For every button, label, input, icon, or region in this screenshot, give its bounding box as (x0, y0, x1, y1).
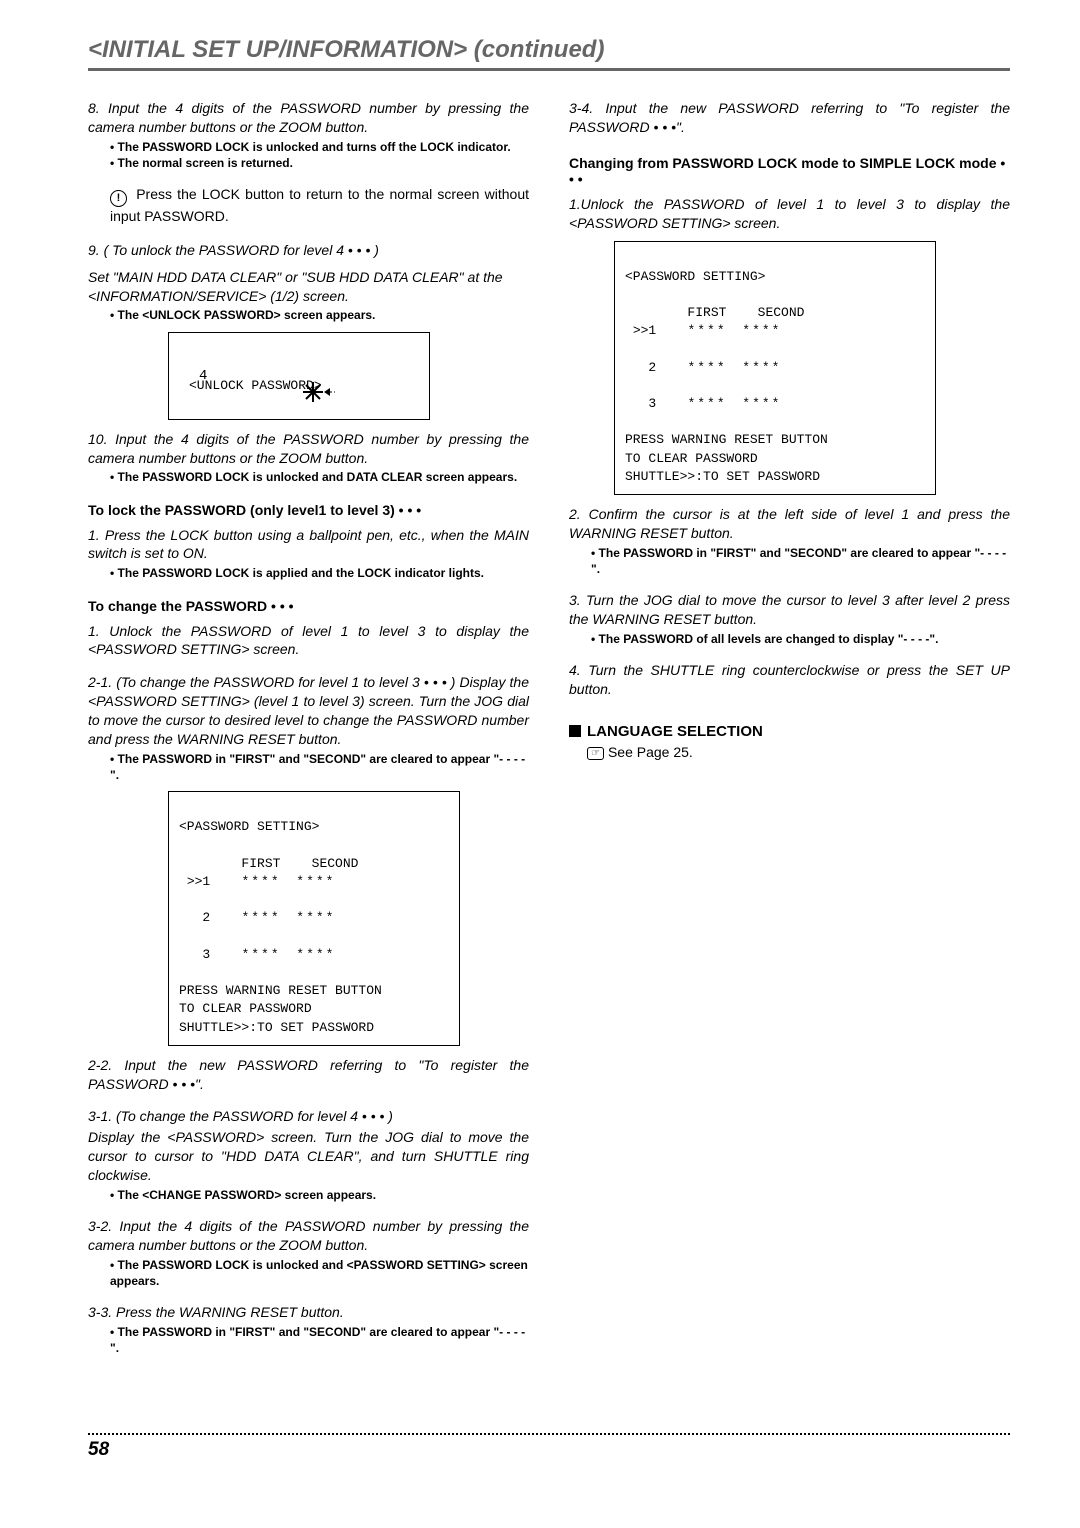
language-heading-text: LANGUAGE SELECTION (587, 723, 763, 740)
panel-title: <PASSWORD SETTING> (179, 819, 319, 834)
unlock-password-screen: <UNLOCK PASSWORD> 4 (168, 332, 430, 420)
r1c2: **** (296, 873, 335, 891)
change-step-2-2: 2-2. Input the new PASSWORD referring to… (88, 1056, 529, 1094)
change-subhead: To change the PASSWORD • • • (88, 598, 529, 614)
info-icon: ! (110, 190, 127, 207)
right-step-2: 2. Confirm the cursor is at the left sid… (569, 505, 1010, 543)
right-step-3: 3. Turn the JOG dial to move the cursor … (569, 591, 1010, 629)
see-text: See Page 25. (608, 744, 693, 760)
right-column: 3-4. Input the new PASSWORD referring to… (569, 91, 1010, 1363)
row2r: 2 (633, 360, 656, 375)
simple-lock-subhead: Changing from PASSWORD LOCK mode to SIMP… (569, 155, 1010, 187)
lock-step-1: 1. Press the LOCK button using a ballpoi… (88, 526, 529, 564)
step-8: 8. Input the 4 digits of the PASSWORD nu… (88, 99, 529, 137)
panel-msg2r: TO CLEAR PASSWORD (625, 451, 758, 466)
right-note-3: • The PASSWORD of all levels are changed… (591, 631, 1010, 647)
right-step-4: 4. Turn the SHUTTLE ring counterclockwis… (569, 661, 1010, 699)
cursor-star-icon (225, 359, 343, 425)
lock-note: • The PASSWORD LOCK is applied and the L… (110, 565, 529, 581)
col-second: SECOND (312, 856, 359, 871)
note-9: • The <UNLOCK PASSWORD> screen appears. (110, 307, 529, 323)
note-3-2: • The PASSWORD LOCK is unlocked and <PAS… (110, 1257, 529, 1289)
page-number: 58 (88, 1439, 1010, 1461)
note-8b: • The normal screen is returned. (110, 155, 529, 171)
r1c1r: **** (687, 322, 726, 340)
right-note-2: • The PASSWORD in "FIRST" and "SECOND" a… (591, 545, 1010, 577)
note-2-1: • The PASSWORD in "FIRST" and "SECOND" a… (110, 751, 529, 783)
r3c2r: **** (742, 395, 781, 413)
two-column-layout: 8. Input the 4 digits of the PASSWORD nu… (88, 91, 1010, 1363)
change-step-3-1b: Display the <PASSWORD> screen. Turn the … (88, 1128, 529, 1185)
change-step-3-2: 3-2. Input the 4 digits of the PASSWORD … (88, 1217, 529, 1255)
r2c1: **** (241, 909, 280, 927)
step-3-4: 3-4. Input the new PASSWORD referring to… (569, 99, 1010, 137)
dotted-separator (88, 1433, 1010, 1435)
change-step-3-1: 3-1. (To change the PASSWORD for level 4… (88, 1107, 529, 1126)
page-header: <INITIAL SET UP/INFORMATION> (continued) (88, 36, 1010, 71)
password-setting-screen-left: <PASSWORD SETTING> FIRST SECOND >>1 ****… (168, 791, 460, 1045)
see-page-ref: ☞ See Page 25. (587, 744, 1010, 760)
left-column: 8. Input the 4 digits of the PASSWORD nu… (88, 91, 529, 1363)
r2c2: **** (296, 909, 335, 927)
note-3-3: • The PASSWORD in "FIRST" and "SECOND" a… (110, 1324, 529, 1356)
r1c2r: **** (742, 322, 781, 340)
info-box: ! Press the LOCK button to return to the… (110, 185, 529, 227)
manual-page: <INITIAL SET UP/INFORMATION> (continued)… (0, 0, 1080, 1491)
row1r: >>1 (633, 323, 656, 338)
pointer-icon: ☞ (587, 747, 604, 760)
row3r: 3 (633, 396, 656, 411)
panel-msg3r: SHUTTLE>>:TO SET PASSWORD (625, 469, 820, 484)
step-9: 9. ( To unlock the PASSWORD for level 4 … (88, 241, 529, 260)
r2c1r: **** (687, 359, 726, 377)
step-9b: Set "MAIN HDD DATA CLEAR" or "SUB HDD DA… (88, 268, 529, 306)
info-text: Press the LOCK button to return to the n… (110, 186, 529, 224)
col-first-r: FIRST (687, 305, 726, 320)
lock-subhead: To lock the PASSWORD (only level1 to lev… (88, 502, 529, 518)
password-setting-screen-right: <PASSWORD SETTING> FIRST SECOND >>1 ****… (614, 241, 936, 495)
change-step-1: 1. Unlock the PASSWORD of level 1 to lev… (88, 622, 529, 660)
r3c1r: **** (687, 395, 726, 413)
note-3-1: • The <CHANGE PASSWORD> screen appears. (110, 1187, 529, 1203)
row1: >>1 (187, 874, 210, 889)
r3c2: **** (296, 946, 335, 964)
r3c1: **** (241, 946, 280, 964)
panel-msg1r: PRESS WARNING RESET BUTTON (625, 432, 828, 447)
panel-msg1: PRESS WARNING RESET BUTTON (179, 983, 382, 998)
panel-msg3: SHUTTLE>>:TO SET PASSWORD (179, 1020, 374, 1035)
r2c2r: **** (742, 359, 781, 377)
unlock-row-4: 4 (199, 367, 207, 387)
change-step-2-1: 2-1. (To change the PASSWORD for level 1… (88, 673, 529, 749)
r1c1: **** (241, 873, 280, 891)
note-8a: • The PASSWORD LOCK is unlocked and turn… (110, 139, 529, 155)
square-bullet-icon (569, 725, 581, 737)
panel-title-r: <PASSWORD SETTING> (625, 269, 765, 284)
change-step-3-3: 3-3. Press the WARNING RESET button. (88, 1303, 529, 1322)
row2: 2 (187, 910, 210, 925)
language-section-heading: LANGUAGE SELECTION (569, 723, 1010, 740)
col-second-r: SECOND (758, 305, 805, 320)
row3: 3 (187, 947, 210, 962)
col-first: FIRST (241, 856, 280, 871)
right-step-1: 1.Unlock the PASSWORD of level 1 to leve… (569, 195, 1010, 233)
panel-msg2: TO CLEAR PASSWORD (179, 1001, 312, 1016)
